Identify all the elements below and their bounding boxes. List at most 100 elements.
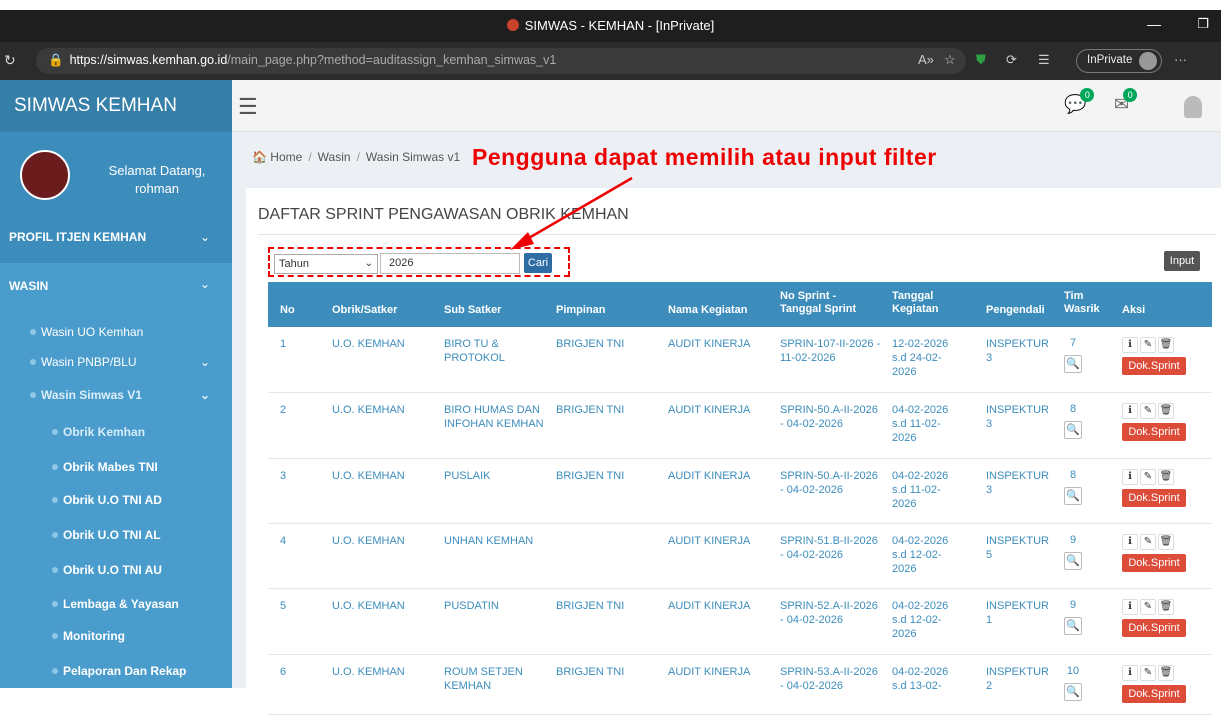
edit-icon[interactable]: ✎ xyxy=(1140,534,1156,550)
edit-icon[interactable]: ✎ xyxy=(1140,665,1156,681)
hamburger-menu-icon[interactable]: ☰ xyxy=(238,94,258,120)
menu-wasin-uo-kemhan[interactable]: Wasin UO Kemhan xyxy=(0,325,232,339)
minimize-icon[interactable]: — xyxy=(1147,16,1161,32)
search-button[interactable]: Cari xyxy=(524,253,552,273)
reload-icon[interactable]: ↻ xyxy=(4,52,16,69)
menu-lembaga-yayasan[interactable]: Lembaga & Yayasan xyxy=(0,597,232,611)
col-pimpinan: Pimpinan xyxy=(556,304,606,316)
view-team-icon[interactable]: 🔍 xyxy=(1064,355,1082,373)
input-button[interactable]: Input xyxy=(1164,251,1200,271)
filter-value-input[interactable]: 2026 xyxy=(380,253,520,274)
dok-sprint-button[interactable]: Dok.Sprint xyxy=(1122,489,1186,507)
divider xyxy=(258,234,1216,235)
info-icon[interactable]: ℹ xyxy=(1122,403,1138,419)
menu-monitoring[interactable]: Monitoring xyxy=(0,629,232,643)
app-logo[interactable]: SIMWAS KEMHAN xyxy=(0,80,232,132)
col-pengendali: Pengendali xyxy=(986,304,1045,316)
url-field[interactable]: 🔒 https://simwas.kemhan.go.id/main_page.p… xyxy=(36,48,966,74)
delete-icon[interactable]: 🗑 xyxy=(1158,403,1174,419)
cell-kegiatan: AUDIT KINERJA xyxy=(668,404,751,416)
view-team-icon[interactable]: 🔍 xyxy=(1064,617,1082,635)
delete-icon[interactable]: 🗑 xyxy=(1158,337,1174,353)
user-avatar[interactable] xyxy=(1184,96,1202,118)
site-favicon-icon xyxy=(506,19,519,31)
menu-pelaporan-rekap[interactable]: Pelaporan Dan Rekap xyxy=(0,664,232,678)
read-aloud-icon[interactable]: A» xyxy=(918,52,934,67)
bullet-icon xyxy=(52,633,58,639)
breadcrumb-wasin[interactable]: Wasin xyxy=(318,150,351,164)
user-greeting: Selamat Datang, rohman xyxy=(108,163,206,196)
cell-tim: 8 xyxy=(1069,403,1077,415)
dok-sprint-button[interactable]: Dok.Sprint xyxy=(1122,619,1186,637)
bullet-icon xyxy=(52,668,58,674)
info-icon[interactable]: ℹ xyxy=(1122,337,1138,353)
delete-icon[interactable]: 🗑 xyxy=(1158,534,1174,550)
delete-icon[interactable]: 🗑 xyxy=(1158,599,1174,615)
menu-obrik-mabes-tni[interactable]: Obrik Mabes TNI xyxy=(0,460,232,474)
cell-obrik: U.O. KEMHAN xyxy=(332,338,405,350)
view-team-icon[interactable]: 🔍 xyxy=(1064,552,1082,570)
row-actions: ℹ ✎ 🗑 xyxy=(1122,665,1186,681)
shield-icon[interactable]: ⛊ xyxy=(976,52,986,68)
row-actions: ℹ ✎ 🗑 xyxy=(1122,599,1186,615)
col-sub-satker: Sub Satker xyxy=(444,304,502,316)
lock-icon: 🔒 xyxy=(48,53,64,67)
info-icon[interactable]: ℹ xyxy=(1122,599,1138,615)
chevron-down-icon: ⌄ xyxy=(199,355,210,369)
cell-obrik: U.O. KEMHAN xyxy=(332,666,405,678)
edit-icon[interactable]: ✎ xyxy=(1140,469,1156,485)
info-icon[interactable]: ℹ xyxy=(1122,469,1138,485)
dok-sprint-button[interactable]: Dok.Sprint xyxy=(1122,423,1186,441)
row-actions: ℹ ✎ 🗑 xyxy=(1122,403,1186,419)
view-team-icon[interactable]: 🔍 xyxy=(1064,487,1082,505)
info-icon[interactable]: ℹ xyxy=(1122,665,1138,681)
info-icon[interactable]: ℹ xyxy=(1122,534,1138,550)
dok-sprint-button[interactable]: Dok.Sprint xyxy=(1122,357,1186,375)
favorites-list-icon[interactable]: ☰ xyxy=(1038,52,1050,68)
chevron-down-icon: ⌄ xyxy=(199,230,210,244)
inprivate-badge[interactable]: InPrivate xyxy=(1076,49,1162,73)
bullet-icon xyxy=(30,392,36,398)
edit-icon[interactable]: ✎ xyxy=(1140,599,1156,615)
edit-icon[interactable]: ✎ xyxy=(1140,403,1156,419)
mail-icon[interactable]: ✉ 0 xyxy=(1114,88,1138,115)
favorite-star-icon[interactable]: ☆ xyxy=(944,52,956,68)
cell-sub: BIRO TU & PROTOKOL xyxy=(444,338,505,364)
chat-icon[interactable]: 💬 0 xyxy=(1064,88,1095,115)
view-team-icon[interactable]: 🔍 xyxy=(1064,421,1082,439)
cell-tim: 7 xyxy=(1069,337,1077,349)
col-no: No xyxy=(280,304,295,316)
more-options-icon[interactable]: ··· xyxy=(1174,52,1187,67)
breadcrumb-home[interactable]: Home xyxy=(270,150,302,164)
extensions-icon[interactable]: ⟳ xyxy=(1006,52,1017,68)
menu-obrik-kemhan[interactable]: Obrik Kemhan xyxy=(0,425,232,439)
cell-sprint: SPRIN-107-II-2026 - 11-02-2026 xyxy=(780,338,881,364)
address-bar-row: ↻ 🔒 https://simwas.kemhan.go.id/main_page… xyxy=(0,42,1221,80)
menu-obrik-tni-al[interactable]: Obrik U.O TNI AL xyxy=(0,528,232,542)
menu-wasin-simwas-v1[interactable]: Wasin Simwas V1 ⌄ xyxy=(0,388,232,402)
dok-sprint-button[interactable]: Dok.Sprint xyxy=(1122,554,1186,572)
menu-wasin[interactable]: WASIN ⌄ xyxy=(0,263,232,311)
restore-icon[interactable]: ❐ xyxy=(1197,16,1209,32)
menu-obrik-tni-au[interactable]: Obrik U.O TNI AU xyxy=(0,563,232,577)
delete-icon[interactable]: 🗑 xyxy=(1158,469,1174,485)
cell-tim: 8 xyxy=(1069,469,1077,481)
table-row: 6 U.O. KEMHAN ROUM SETJEN KEMHAN BRIGJEN TN… xyxy=(268,655,1212,715)
menu-obrik-tni-ad[interactable]: Obrik U.O TNI AD xyxy=(0,493,232,507)
view-team-icon[interactable]: 🔍 xyxy=(1064,683,1082,701)
annotation-text: Pengguna dapat memilih atau input filter xyxy=(472,144,937,170)
delete-icon[interactable]: 🗑 xyxy=(1158,665,1174,681)
breadcrumb-simwas[interactable]: Wasin Simwas v1 xyxy=(366,150,460,164)
cell-sprint: SPRIN-50.A-II-2026 - 04-02-2026 xyxy=(780,470,878,496)
filter-type-select[interactable]: Tahun ⌄ xyxy=(274,254,378,274)
bullet-icon xyxy=(52,567,58,573)
cell-pengendali: INSPEKTUR 1 xyxy=(986,600,1049,626)
row-actions: ℹ ✎ 🗑 xyxy=(1122,469,1186,485)
table-row: 5 U.O. KEMHAN PUSDATIN BRIGJEN TNI AUDIT KIN… xyxy=(268,589,1212,655)
menu-profil-itjen[interactable]: PROFIL ITJEN KEMHAN ⌄ xyxy=(0,230,232,250)
cell-tanggal: 04-02-2026 s.d 13-02- xyxy=(892,666,949,692)
cell-kegiatan: AUDIT KINERJA xyxy=(668,666,751,678)
menu-wasin-pnbp[interactable]: Wasin PNBP/BLU ⌄ xyxy=(0,355,232,369)
edit-icon[interactable]: ✎ xyxy=(1140,337,1156,353)
cell-sprint: SPRIN-52.A-II-2026 - 04-02-2026 xyxy=(780,600,878,626)
